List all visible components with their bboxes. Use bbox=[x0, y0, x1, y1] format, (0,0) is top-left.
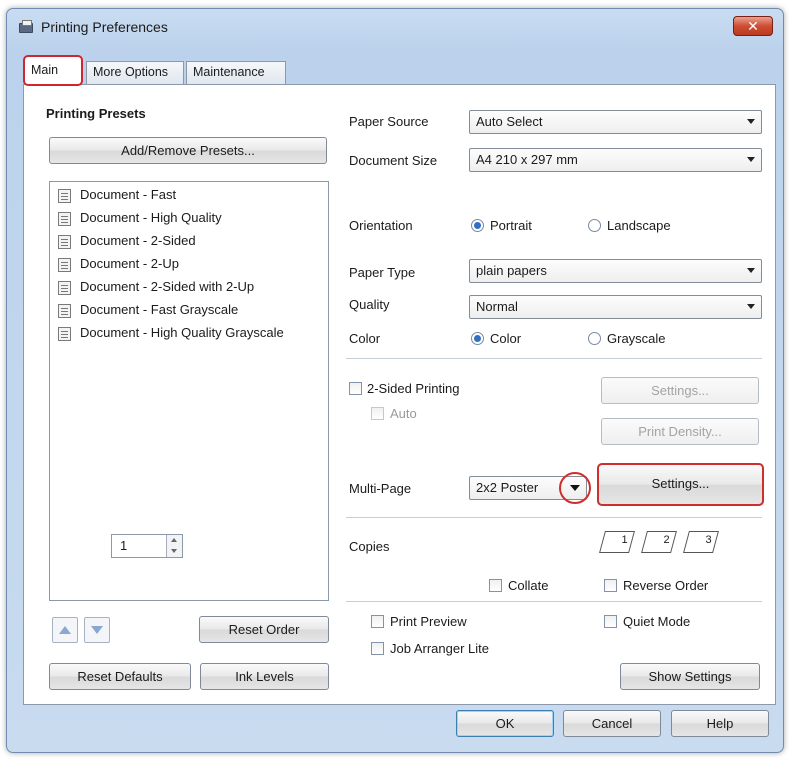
collate-label: Collate bbox=[508, 578, 549, 593]
move-up-button[interactable] bbox=[52, 617, 78, 643]
multi-page-label: Multi-Page bbox=[349, 481, 412, 496]
printing-preferences-dialog: Printing Preferences ✕ Main More Options… bbox=[6, 8, 784, 753]
color-radio[interactable] bbox=[471, 332, 484, 345]
show-settings-button[interactable]: Show Settings bbox=[620, 663, 760, 690]
help-button[interactable]: Help bbox=[671, 710, 769, 737]
reverse-order-label: Reverse Order bbox=[623, 578, 709, 593]
tab-main[interactable]: Main bbox=[23, 55, 83, 86]
up-arrow-icon bbox=[59, 626, 71, 634]
move-down-button[interactable] bbox=[84, 617, 110, 643]
window-title: Printing Preferences bbox=[41, 19, 168, 35]
paper-type-label: Paper Type bbox=[349, 265, 416, 280]
presets-list[interactable]: Document - Fast Document - High Quality … bbox=[49, 181, 329, 601]
collated-pages-icon: 3 bbox=[683, 531, 719, 553]
highlight-ring bbox=[559, 472, 591, 504]
copies-stepper[interactable]: 1 bbox=[111, 534, 183, 558]
document-icon bbox=[58, 304, 71, 318]
grayscale-label: Grayscale bbox=[607, 331, 666, 346]
paper-type-select[interactable]: plain papers bbox=[469, 259, 762, 283]
chevron-down-icon bbox=[747, 119, 755, 124]
ink-levels-button[interactable]: Ink Levels bbox=[200, 663, 329, 690]
printing-presets-heading: Printing Presets bbox=[46, 106, 146, 121]
copies-label: Copies bbox=[349, 539, 390, 554]
print-density-button[interactable]: Print Density... bbox=[601, 418, 759, 445]
tab-maintenance[interactable]: Maintenance bbox=[186, 61, 286, 85]
chevron-down-icon bbox=[747, 268, 755, 273]
document-icon bbox=[58, 281, 71, 295]
color-label: Color bbox=[349, 331, 381, 346]
portrait-label: Portrait bbox=[490, 218, 532, 233]
job-arranger-lite-label: Job Arranger Lite bbox=[390, 641, 490, 656]
divider bbox=[346, 601, 762, 602]
document-icon bbox=[58, 258, 71, 272]
grayscale-radio[interactable] bbox=[588, 332, 601, 345]
tab-more-options[interactable]: More Options bbox=[86, 61, 184, 85]
stepper-up-button[interactable] bbox=[166, 535, 182, 546]
print-preview-checkbox[interactable] bbox=[371, 615, 384, 628]
portrait-radio[interactable] bbox=[471, 219, 484, 232]
down-arrow-icon bbox=[91, 626, 103, 634]
document-size-select[interactable]: A4 210 x 297 mm bbox=[469, 148, 762, 172]
landscape-radio[interactable] bbox=[588, 219, 601, 232]
collate-checkbox[interactable] bbox=[489, 579, 502, 592]
two-sided-printing-checkbox[interactable] bbox=[349, 382, 362, 395]
chevron-down-icon bbox=[747, 304, 755, 309]
document-icon bbox=[58, 327, 71, 341]
print-preview-label: Print Preview bbox=[390, 614, 467, 629]
auto-label: Auto bbox=[390, 406, 417, 421]
document-icon bbox=[58, 235, 71, 249]
paper-source-select[interactable]: Auto Select bbox=[469, 110, 762, 134]
reset-defaults-button[interactable]: Reset Defaults bbox=[49, 663, 191, 690]
document-size-label: Document Size bbox=[349, 153, 438, 168]
orientation-label: Orientation bbox=[349, 218, 413, 233]
document-icon bbox=[58, 189, 71, 203]
job-arranger-lite-checkbox[interactable] bbox=[371, 642, 384, 655]
quiet-mode-checkbox[interactable] bbox=[604, 615, 617, 628]
reverse-order-checkbox[interactable] bbox=[604, 579, 617, 592]
collated-pages-icon: 1 bbox=[599, 531, 635, 553]
paper-source-label: Paper Source bbox=[349, 114, 429, 129]
divider bbox=[346, 517, 762, 518]
auto-checkbox[interactable] bbox=[371, 407, 384, 420]
chevron-down-icon bbox=[747, 157, 755, 162]
cancel-button[interactable]: Cancel bbox=[563, 710, 661, 737]
main-tab-panel: Printing Presets Add/Remove Presets... D… bbox=[23, 84, 776, 705]
quiet-mode-label: Quiet Mode bbox=[623, 614, 691, 629]
divider bbox=[346, 358, 762, 359]
landscape-label: Landscape bbox=[607, 218, 671, 233]
document-icon bbox=[58, 212, 71, 226]
two-sided-printing-label: 2-Sided Printing bbox=[367, 381, 460, 396]
collated-pages-icon: 2 bbox=[641, 531, 677, 553]
two-sided-settings-button[interactable]: Settings... bbox=[601, 377, 759, 404]
reset-order-button[interactable]: Reset Order bbox=[199, 616, 329, 643]
quality-label: Quality bbox=[349, 297, 390, 312]
color-option-label: Color bbox=[490, 331, 522, 346]
ok-button[interactable]: OK bbox=[456, 710, 554, 737]
multi-page-settings-button[interactable]: Settings... bbox=[597, 463, 764, 506]
add-remove-presets-button[interactable]: Add/Remove Presets... bbox=[49, 137, 327, 164]
title-bar: Printing Preferences ✕ bbox=[7, 9, 783, 45]
quality-select[interactable]: Normal bbox=[469, 295, 762, 319]
close-button[interactable]: ✕ bbox=[733, 16, 773, 36]
stepper-down-button[interactable] bbox=[166, 546, 182, 557]
printer-icon bbox=[19, 20, 33, 33]
